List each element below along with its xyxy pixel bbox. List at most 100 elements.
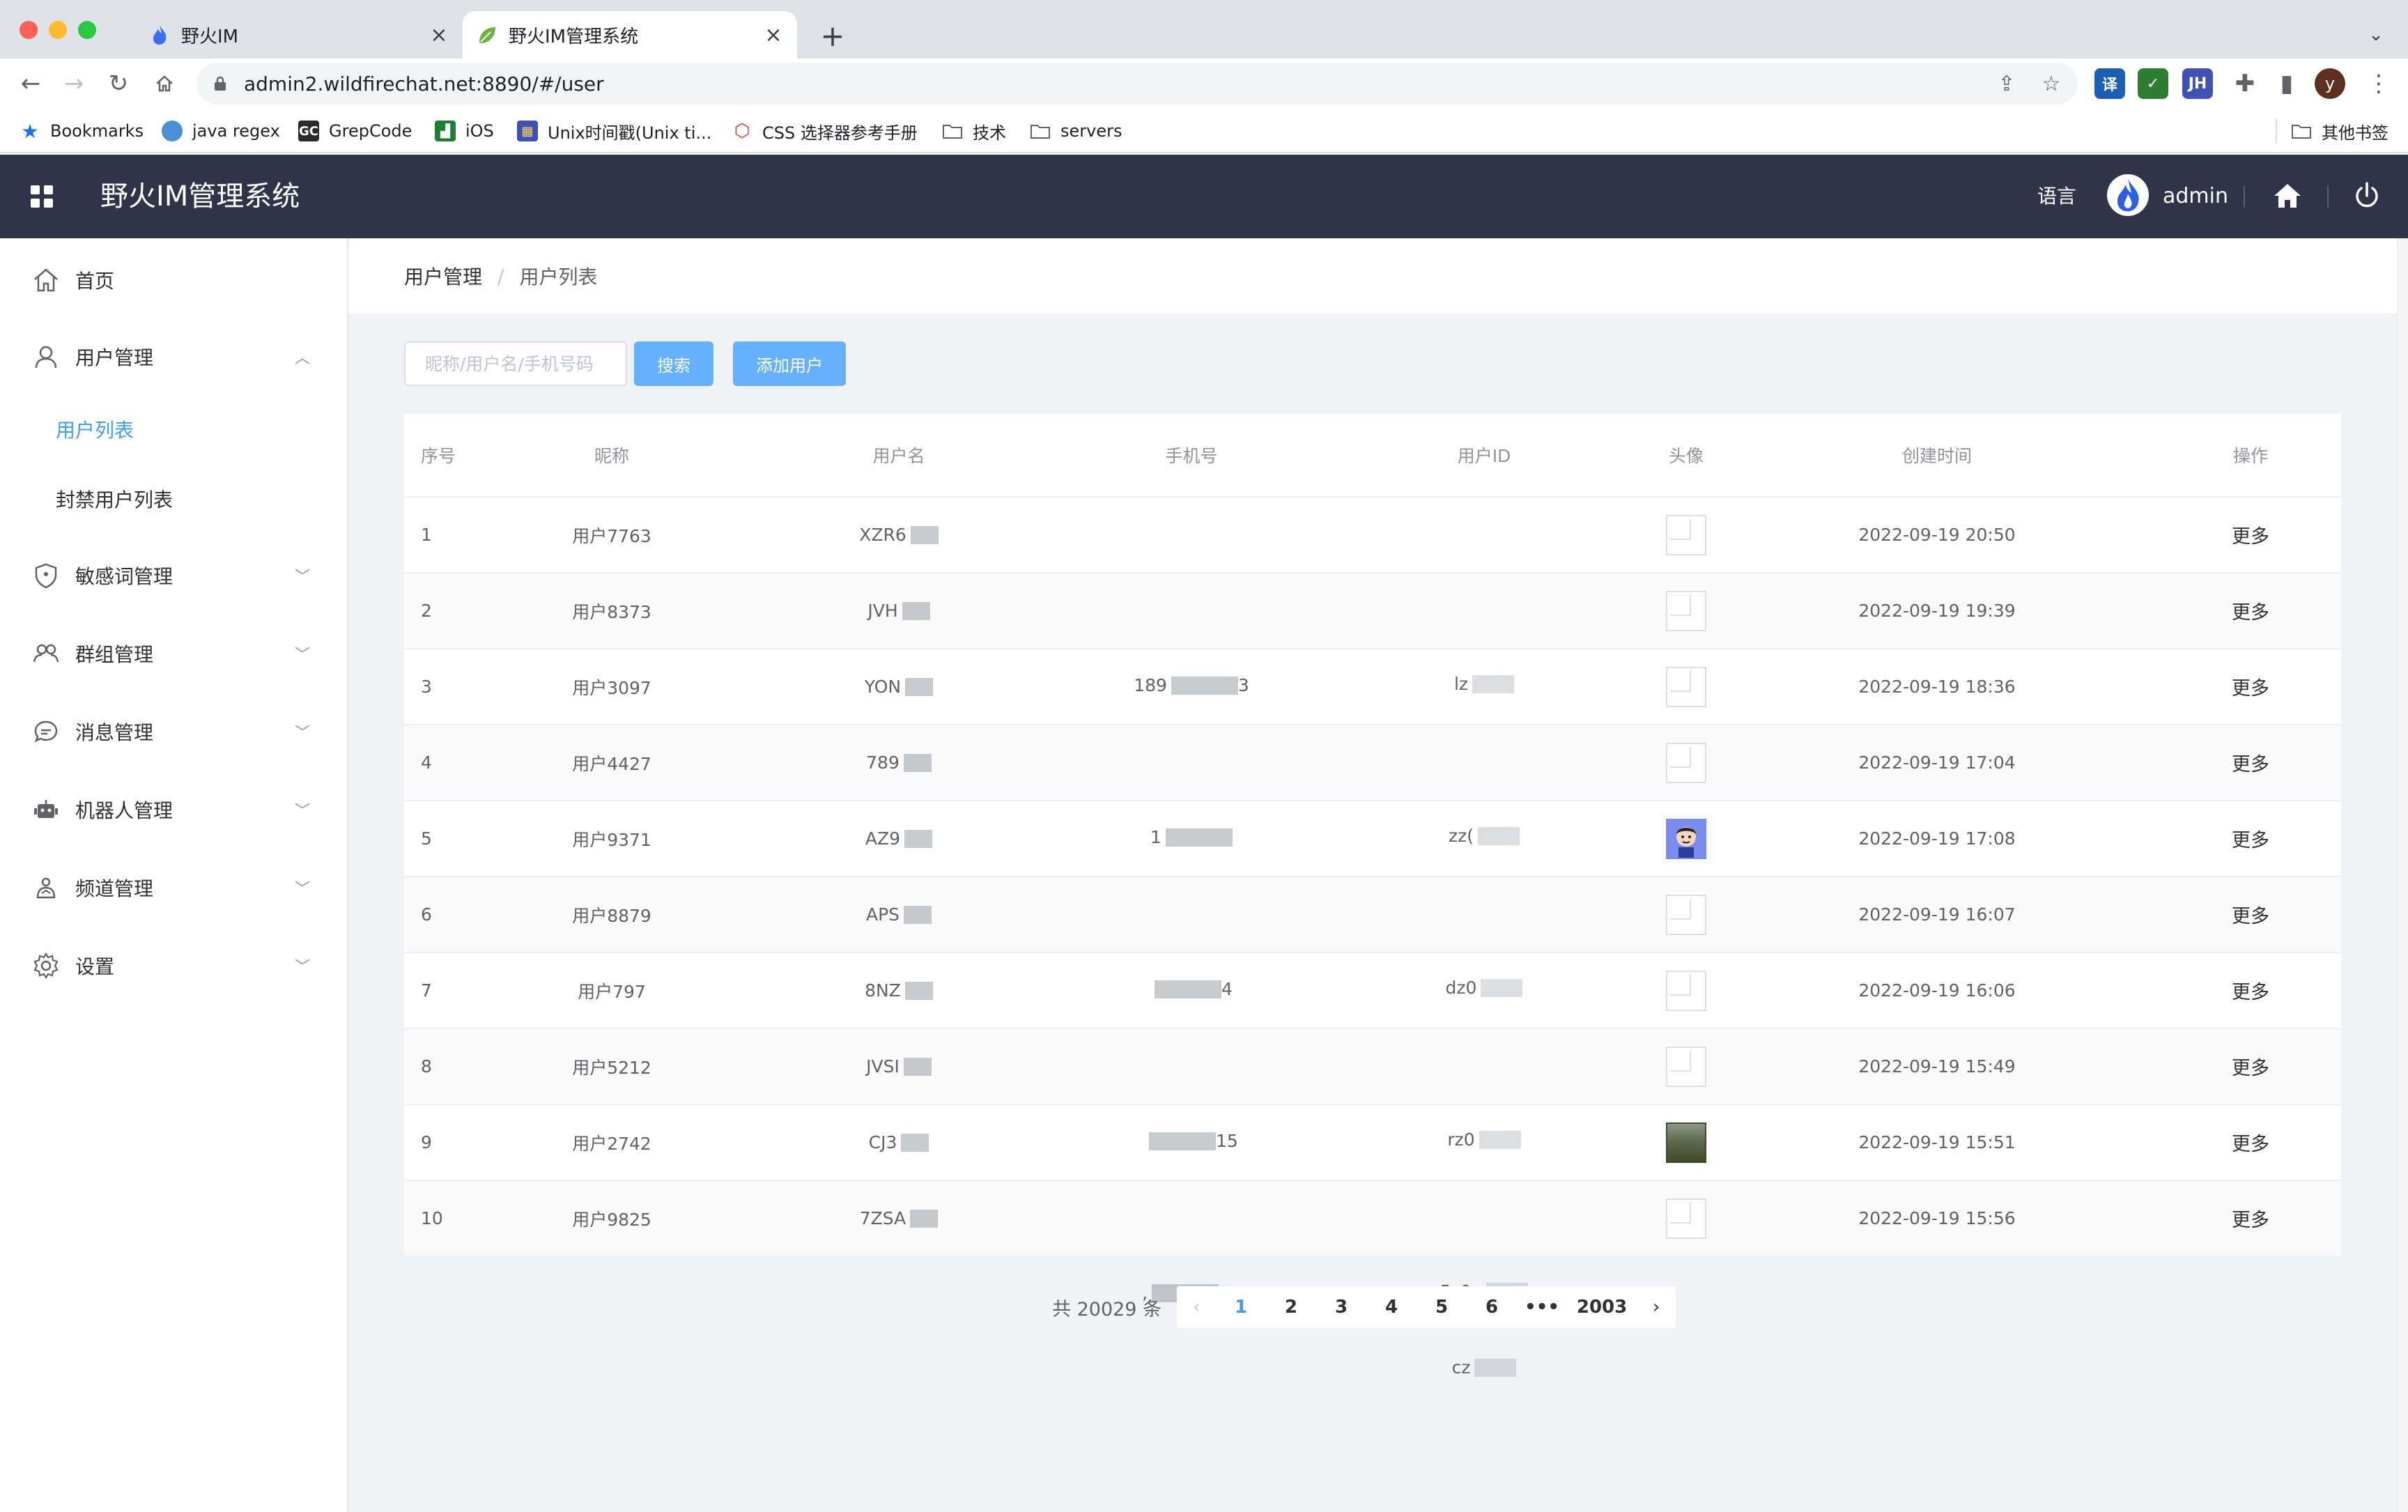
forward-arrow-icon[interactable]: → [56, 65, 92, 102]
search-button[interactable]: 搜索 [634, 341, 713, 386]
sidebar-item-banned-users[interactable]: 封禁用户列表 [0, 471, 347, 527]
sidebar-item-groups[interactable]: 群组管理 ﹀ [0, 626, 347, 681]
chevron-down-icon: ﹀ [294, 569, 310, 586]
bookmark-item[interactable]: servers [1030, 118, 1122, 144]
profile-avatar[interactable]: y [2315, 68, 2345, 99]
reload-icon[interactable]: ↻ [100, 65, 137, 102]
more-button[interactable]: 更多 [2232, 901, 2269, 928]
chevron-down-icon: ﹀ [294, 881, 310, 898]
side-panel-icon[interactable]: ▮ [2269, 65, 2305, 102]
close-window-button[interactable] [20, 21, 38, 39]
bookmark-item[interactable]: ▦ Unix时间戳(Unix ti... [517, 118, 711, 144]
more-button[interactable]: 更多 [2232, 1053, 2269, 1080]
table-row: 2用户8373JVH1893sz2022-09-19 19:39更多 [404, 573, 2341, 770]
bookmark-item[interactable]: GC GrepCode [298, 118, 412, 144]
address-bar[interactable]: admin2.wildfirechat.net:8890/#/user ⇪ ☆ [196, 63, 2078, 105]
close-tab-icon[interactable]: × [759, 21, 787, 49]
prev-page-chevron-icon[interactable]: ‹ [1177, 1286, 1216, 1328]
bookmark-star-icon[interactable]: ☆ [2033, 65, 2069, 102]
minimize-window-button[interactable] [49, 21, 67, 39]
username[interactable]: admin [2163, 181, 2228, 212]
sidebar-item-sensitive-words[interactable]: 敏感词管理 ﹀ [0, 548, 347, 603]
bookmark-item[interactable]: 技术 [942, 118, 1006, 144]
cell-username: 8NZ [822, 953, 975, 1028]
more-button[interactable]: 更多 [2232, 1129, 2269, 1156]
more-button[interactable]: 更多 [2232, 521, 2269, 548]
cell-username: 7ZSA [822, 1181, 975, 1256]
cell-user-id: cz [1400, 1330, 1568, 1405]
cell-username: APS [822, 877, 975, 952]
home-button-icon[interactable] [146, 65, 183, 102]
table-row: 7用户7978NZ7rz02022-09-19 16:06更多 [404, 953, 2341, 1150]
more-button[interactable]: 更多 [2232, 673, 2269, 700]
page-ellipsis[interactable]: ••• [1517, 1286, 1567, 1328]
user-avatar[interactable] [2107, 174, 2149, 216]
bookmark-item[interactable]: ⬡ CSS 选择器参考手册 [732, 118, 918, 144]
back-arrow-icon[interactable]: ← [13, 65, 49, 102]
language-switch[interactable]: 语言 [2037, 181, 2076, 212]
apps-grid-icon[interactable] [31, 185, 53, 208]
folder-icon [942, 121, 963, 141]
more-button[interactable]: 更多 [2232, 749, 2269, 776]
breadcrumb-current: 用户列表 [519, 265, 598, 288]
close-tab-icon[interactable]: × [425, 21, 453, 49]
cell-nickname: 用户5212 [572, 1057, 651, 1078]
page-scrollbar[interactable] [2397, 238, 2408, 1512]
search-input[interactable] [404, 341, 627, 386]
cell-created: 2022-09-19 20:50 [1858, 525, 2016, 545]
cell-index: 9 [421, 1132, 432, 1152]
redaction-mask [904, 905, 932, 924]
browser-menu-icon[interactable]: ⋮ [2361, 65, 2397, 102]
column-header-created: 创建时间 [1901, 446, 1972, 466]
more-button[interactable]: 更多 [2232, 825, 2269, 852]
next-page-chevron-icon[interactable]: › [1637, 1286, 1676, 1328]
new-tab-button[interactable]: + [814, 17, 851, 54]
page-number[interactable]: 6 [1467, 1286, 1517, 1328]
sidebar-item-messages[interactable]: 消息管理 ﹀ [0, 704, 347, 759]
breadcrumb-parent[interactable]: 用户管理 [404, 262, 482, 290]
sidebar-item-users[interactable]: 用户管理 ︿ [0, 329, 347, 385]
cell-avatar [1637, 801, 1735, 876]
power-icon[interactable] [2349, 178, 2384, 213]
sidebar-item-user-list[interactable]: 用户列表 [0, 401, 347, 457]
cell-actions: 更多 [2139, 649, 2362, 724]
jh-extension-icon[interactable]: JH [2182, 68, 2213, 99]
sidebar: 首页 用户管理 ︿ 用户列表 封禁用户列表 敏感词管理 ﹀ 群组管理 ﹀ 消息管… [0, 238, 348, 1512]
sidebar-item-robots[interactable]: 机器人管理 ﹀ [0, 782, 347, 838]
browser-tab-wildfire-im[interactable]: 野火IM × [135, 11, 463, 59]
home-icon[interactable] [2270, 178, 2305, 213]
table-row: 9用户2742CJ3325z0q2022-09-19 15:51更多 [404, 1105, 2341, 1302]
bookmark-item[interactable]: java regex [162, 118, 280, 144]
bookmark-item[interactable]: ★ Bookmarks [20, 118, 144, 144]
more-button[interactable]: 更多 [2232, 1205, 2269, 1232]
sidebar-item-home[interactable]: 首页 [0, 252, 347, 308]
cell-avatar [1637, 725, 1735, 800]
share-icon[interactable]: ⇪ [1989, 65, 2025, 102]
bookmark-item[interactable]: ▟ iOS [435, 118, 494, 144]
more-button[interactable]: 更多 [2232, 977, 2269, 1004]
app-header: 野火IM管理系统 语言 admin [0, 155, 2408, 238]
more-button[interactable]: 更多 [2232, 597, 2269, 624]
sidebar-item-channels[interactable]: 频道管理 ﹀ [0, 860, 347, 916]
tab-search-chevron-icon[interactable]: ⌄ [2358, 17, 2394, 53]
other-bookmarks[interactable]: 其他书签 [2276, 118, 2388, 144]
extensions-puzzle-icon[interactable]: ✚ [2227, 65, 2263, 102]
page-number[interactable]: 5 [1417, 1286, 1467, 1328]
add-user-button[interactable]: 添加用户 [733, 341, 846, 386]
column-header-index: 序号 [421, 446, 456, 466]
page-number-last[interactable]: 2003 [1567, 1286, 1637, 1328]
page-number[interactable]: 1 [1216, 1286, 1266, 1328]
user-icon [31, 341, 61, 372]
maximize-window-button[interactable] [78, 21, 96, 39]
column-header-user-id: 用户ID [1457, 446, 1511, 466]
cell-nickname: 用户9371 [572, 829, 651, 850]
page-number[interactable]: 3 [1316, 1286, 1366, 1328]
page-number[interactable]: 4 [1366, 1286, 1417, 1328]
sidebar-item-settings[interactable]: 设置 ﹀ [0, 938, 347, 994]
shield-extension-icon[interactable]: ✓ [2138, 68, 2168, 99]
browser-tab-admin[interactable]: 野火IM管理系统 × [463, 11, 797, 59]
table-row: 6用户8879APS4kz02022-09-19 16:07更多 [404, 877, 2341, 1074]
sidebar-item-label: 用户管理 [75, 346, 154, 369]
page-number[interactable]: 2 [1266, 1286, 1316, 1328]
translate-extension-icon[interactable]: 译 [2094, 68, 2125, 99]
